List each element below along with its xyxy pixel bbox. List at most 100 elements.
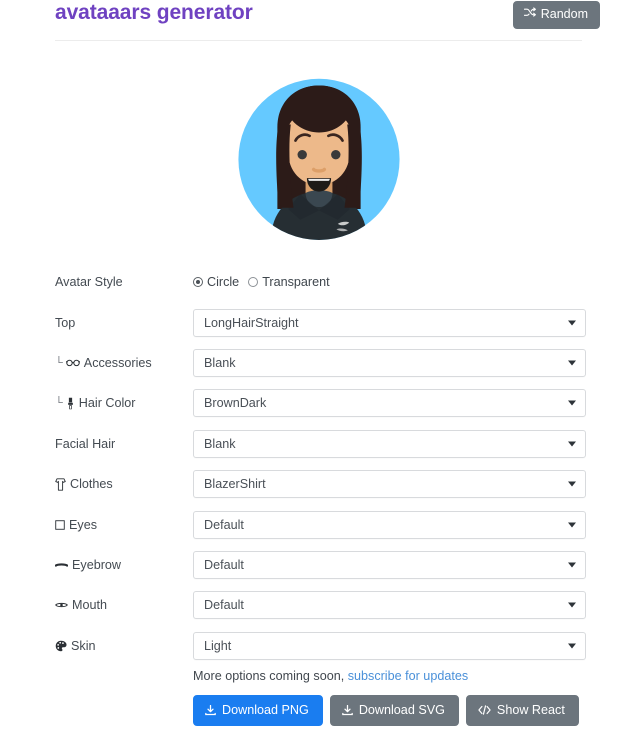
label-text: Top: [55, 315, 76, 330]
mouth-icon: [55, 601, 68, 609]
control-avatar-style: Circle Transparent: [193, 268, 586, 296]
eyebrow-icon: [55, 562, 68, 568]
palette-icon: [55, 640, 67, 652]
control-eyebrow: Default: [193, 550, 586, 579]
select-hair-color[interactable]: BrownDark: [193, 389, 586, 418]
control-mouth: Default: [193, 591, 586, 620]
download-svg-button[interactable]: Download SVG: [329, 695, 459, 726]
options-form: Avatar Style Circle Transparent Top Long…: [0, 262, 637, 666]
radio-circle-label: Circle: [207, 275, 240, 290]
avataaars-generator-page: avataaars generator Random Avatar Style …: [0, 0, 637, 733]
select-skin[interactable]: Light: [193, 631, 586, 660]
action-buttons: Download PNG Download SVG Show React: [193, 695, 613, 726]
select-eyes[interactable]: Default: [193, 510, 586, 539]
label-text: Mouth: [72, 598, 108, 613]
chevron-down-icon: [568, 481, 576, 487]
label-skin: Skin: [55, 638, 96, 654]
header-divider: [55, 40, 582, 41]
control-facial-hair: Blank: [193, 429, 586, 458]
chevron-down-icon: [568, 441, 576, 447]
select-accessories-value: Blank: [204, 355, 236, 370]
label-eyes: Eyes: [55, 517, 97, 533]
select-eyebrow-value: Default: [204, 557, 244, 572]
select-hair-color-value: BrownDark: [204, 396, 267, 411]
label-top: Top: [55, 315, 75, 331]
label-text: Eyebrow: [72, 557, 121, 572]
select-mouth[interactable]: Default: [193, 591, 586, 620]
label-accessories: └ Accessories: [55, 355, 152, 371]
footer: More options coming soon, subscribe for …: [193, 668, 613, 726]
show-react-button[interactable]: Show React: [465, 695, 579, 726]
label-facial-hair: Facial Hair: [55, 436, 115, 452]
label-text: Eyes: [69, 517, 97, 532]
paintbrush-icon: [66, 397, 75, 410]
label-text: Skin: [71, 638, 96, 653]
select-clothes[interactable]: BlazerShirt: [193, 470, 586, 499]
select-top[interactable]: LongHairStraight: [193, 308, 586, 337]
shuffle-icon: [523, 7, 536, 22]
page-title: avataaars generator: [55, 1, 253, 24]
sub-item-marker: └: [55, 397, 63, 410]
eye-icon: [55, 519, 65, 530]
control-clothes: BlazerShirt: [193, 470, 586, 499]
control-accessories: Blank: [193, 348, 586, 377]
more-options-note: More options coming soon, subscribe for …: [193, 668, 613, 684]
label-text: Facial Hair: [55, 436, 116, 451]
random-button[interactable]: Random: [512, 1, 600, 29]
row-eyebrow: Eyebrow Default: [0, 545, 637, 585]
label-text: Accessories: [83, 355, 152, 370]
download-png-button[interactable]: Download PNG: [193, 695, 323, 726]
row-top: Top LongHairStraight: [0, 302, 637, 342]
select-eyebrow[interactable]: Default: [193, 550, 586, 579]
label-mouth: Mouth: [55, 597, 107, 613]
select-facial-hair[interactable]: Blank: [193, 429, 586, 458]
label-hair-color: └ Hair Color: [55, 395, 135, 411]
chevron-down-icon: [568, 602, 576, 608]
download-png-label: Download PNG: [222, 703, 309, 717]
glasses-icon: [65, 358, 80, 367]
label-text: Hair Color: [78, 396, 136, 411]
sub-item-marker: └: [55, 356, 63, 369]
select-top-value: LongHairStraight: [204, 315, 299, 330]
label-clothes: Clothes: [55, 476, 113, 492]
show-react-label: Show React: [496, 703, 565, 717]
radio-circle-indicator[interactable]: [193, 277, 203, 288]
label-text: Clothes: [70, 477, 113, 492]
radio-option-transparent[interactable]: Transparent: [248, 275, 330, 290]
row-eyes: Eyes Default: [0, 504, 637, 544]
label-text: Avatar Style: [55, 275, 123, 290]
subscribe-link[interactable]: subscribe for updates: [348, 669, 468, 683]
chevron-down-icon: [568, 562, 576, 568]
note-text: More options coming soon,: [193, 669, 345, 683]
chevron-down-icon: [568, 400, 576, 406]
row-hair-color: └ Hair Color BrownDark: [0, 383, 637, 423]
chevron-down-icon: [568, 320, 576, 326]
download-icon: [341, 704, 353, 716]
row-accessories: └ Accessories Blank: [0, 343, 637, 383]
control-top: LongHairStraight: [193, 308, 586, 337]
avatar-preview: [0, 60, 637, 248]
select-facial-hair-value: Blank: [204, 436, 236, 451]
row-clothes: Clothes BlazerShirt: [0, 464, 637, 504]
download-svg-label: Download SVG: [358, 703, 445, 717]
row-skin: Skin Light: [0, 626, 637, 666]
select-skin-value: Light: [204, 638, 232, 653]
select-eyes-value: Default: [204, 517, 244, 532]
chevron-down-icon: [568, 522, 576, 528]
select-mouth-value: Default: [204, 598, 244, 613]
label-avatar-style: Avatar Style: [55, 274, 123, 290]
radio-transparent-indicator[interactable]: [248, 277, 259, 288]
code-icon: [478, 705, 491, 715]
radio-transparent-label: Transparent: [262, 275, 330, 290]
page-header: avataaars generator Random: [0, 0, 637, 41]
select-clothes-value: BlazerShirt: [204, 477, 266, 492]
label-eyebrow: Eyebrow: [55, 557, 121, 573]
row-facial-hair: Facial Hair Blank: [0, 424, 637, 464]
avatar-style-radio-group: Circle Transparent: [193, 268, 586, 296]
chevron-down-icon: [568, 360, 576, 366]
radio-option-circle[interactable]: Circle: [193, 275, 239, 289]
control-eyes: Default: [193, 510, 586, 539]
download-icon: [205, 704, 216, 716]
chevron-down-icon: [568, 643, 576, 649]
select-accessories[interactable]: Blank: [193, 348, 586, 377]
